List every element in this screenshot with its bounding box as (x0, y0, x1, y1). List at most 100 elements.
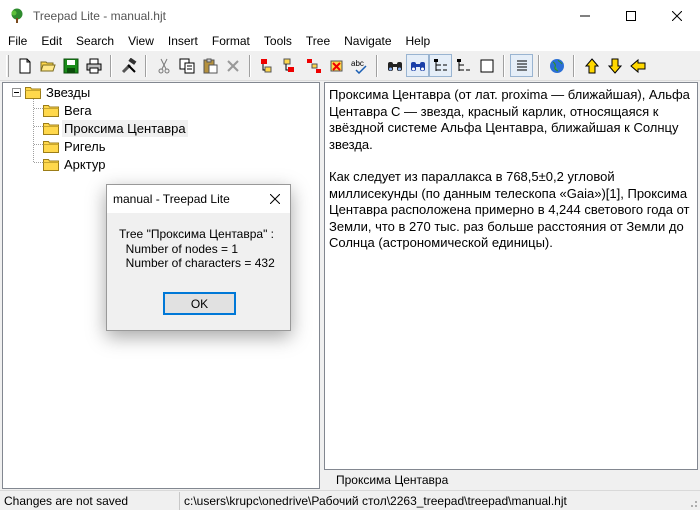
paste-button[interactable] (198, 54, 221, 77)
toolbar-grip[interactable] (6, 54, 9, 77)
toolbar-separator (538, 54, 540, 77)
open-folder-icon (39, 61, 56, 71)
dialog-close-button[interactable] (260, 185, 290, 213)
paste-icon (203, 58, 217, 73)
toolbar-separator (503, 54, 505, 77)
tools-button[interactable] (117, 54, 140, 77)
tree-connector (34, 126, 43, 127)
menu-bar: File Edit Search View Insert Format Tool… (0, 31, 700, 51)
node-title-tab[interactable]: Проксима Центавра (324, 470, 698, 489)
tree-node-label: Вега (64, 102, 92, 118)
print-button[interactable] (82, 54, 105, 77)
node-title-label: Проксима Центавра (336, 473, 449, 487)
insert-node-after-icon (283, 58, 294, 72)
maximize-icon (626, 10, 636, 21)
tree-connector (34, 162, 43, 163)
dialog-title-bar[interactable]: manual - Treepad Lite (107, 185, 290, 213)
tree-node-vega[interactable]: Вега (43, 101, 94, 119)
tree-outline-button[interactable] (452, 54, 475, 77)
resize-grip-icon[interactable] (688, 498, 698, 508)
tree-view-button[interactable] (429, 54, 452, 77)
close-icon (672, 10, 682, 21)
tree-app-icon (11, 8, 23, 23)
open-button[interactable] (36, 54, 59, 77)
find-button[interactable] (383, 54, 406, 77)
article-paragraph: Как следует из параллакса в 768,5±0,2 уг… (329, 169, 690, 250)
copy-icon (179, 58, 194, 73)
maximize-button[interactable] (608, 0, 654, 31)
copy-button[interactable] (175, 54, 198, 77)
spellcheck-icon: abc (351, 59, 367, 74)
web-button[interactable] (545, 54, 568, 77)
menu-tree[interactable]: Tree (299, 31, 337, 51)
menu-format[interactable]: Format (205, 31, 257, 51)
menu-view[interactable]: View (121, 31, 161, 51)
tree-node-proxima[interactable]: Проксима Центавра (43, 119, 188, 137)
move-left-button[interactable] (626, 54, 649, 77)
arrow-up-icon (584, 57, 599, 73)
find-icon (387, 61, 402, 71)
move-down-button[interactable] (603, 54, 626, 77)
find-next-icon (410, 61, 425, 71)
tree-connector (34, 108, 43, 109)
article-editor[interactable]: Проксима Центавра (от лат. proxima — бли… (324, 82, 698, 470)
blank-page-button[interactable] (475, 54, 498, 77)
folder-icon (43, 123, 59, 135)
globe-icon (549, 58, 564, 73)
find-next-button[interactable] (406, 54, 429, 77)
close-window-button[interactable] (654, 0, 700, 31)
tree-node-label: Проксима Центавра (62, 119, 188, 137)
save-button[interactable] (59, 54, 82, 77)
menu-navigate[interactable]: Navigate (337, 31, 398, 51)
status-bar: Changes are not saved c:\users\krupc\one… (0, 490, 700, 510)
toolbar: abc (0, 51, 700, 81)
toolbar-separator (110, 54, 112, 77)
delete-node-icon (330, 60, 342, 71)
insert-node-before-icon (260, 58, 271, 72)
toolbar-separator (249, 54, 251, 77)
insert-child-button[interactable] (302, 54, 325, 77)
cut-button[interactable] (152, 54, 175, 77)
tree-node-label: Ригель (64, 138, 106, 154)
tree-connector (34, 144, 43, 145)
menu-help[interactable]: Help (399, 31, 438, 51)
dialog-line: Number of nodes = 1 (119, 241, 239, 256)
close-icon (270, 194, 280, 204)
delete-node-button[interactable] (325, 54, 348, 77)
tree-view-icon (433, 58, 447, 71)
new-doc-icon (19, 58, 30, 73)
new-button[interactable] (13, 54, 36, 77)
spellcheck-button[interactable]: abc (348, 54, 371, 77)
menu-edit[interactable]: Edit (34, 31, 69, 51)
tree-outline-icon (456, 58, 470, 71)
menu-search[interactable]: Search (69, 31, 121, 51)
save-icon (63, 58, 78, 73)
file-path: c:\users\krupc\onedrive\Рабочий стол\226… (184, 493, 567, 508)
menu-file[interactable]: File (0, 31, 34, 51)
tree-node-arcturus[interactable]: Арктур (43, 155, 107, 173)
info-dialog: manual - Treepad Lite Tree "Проксима Цен… (106, 184, 291, 331)
move-up-button[interactable] (580, 54, 603, 77)
minimize-button[interactable] (562, 0, 608, 31)
title-bar: Treepad Lite - manual.hjt (0, 0, 700, 31)
insert-node-after-button[interactable] (279, 54, 302, 77)
word-wrap-button[interactable] (510, 54, 533, 77)
toolbar-separator (145, 54, 147, 77)
tree-node-rigel[interactable]: Ригель (43, 137, 108, 155)
tree-node-label: Звезды (46, 84, 91, 100)
folder-icon (25, 87, 41, 99)
tree-node-root[interactable]: Звезды (25, 83, 92, 101)
menu-tools[interactable]: Tools (257, 31, 299, 51)
blank-page-icon (480, 59, 493, 72)
insert-node-before-button[interactable] (256, 54, 279, 77)
folder-icon (43, 141, 59, 153)
menu-insert[interactable]: Insert (161, 31, 205, 51)
collapse-toggle[interactable] (12, 88, 21, 97)
ok-button[interactable]: OK (163, 292, 236, 315)
delete-icon (226, 59, 239, 72)
spellcheck-label: abc (351, 59, 364, 68)
minimize-icon (580, 15, 590, 16)
window-title: Treepad Lite - manual.hjt (33, 8, 166, 23)
dialog-line: Number of characters = 432 (119, 256, 275, 270)
delete-button[interactable] (221, 54, 244, 77)
